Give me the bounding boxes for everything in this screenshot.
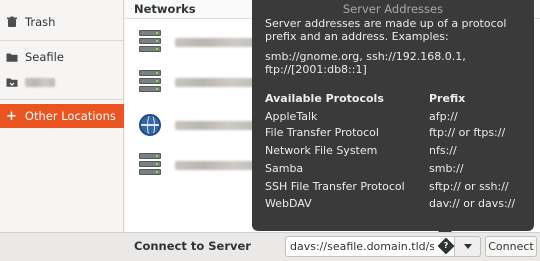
protocol-name: Network File System	[265, 144, 378, 157]
protocol-name: Samba	[265, 162, 304, 175]
protocol-prefix: dav:// or davs://	[429, 197, 516, 210]
protocol-prefix: smb://	[429, 162, 464, 175]
prefix-column-header: Prefix	[429, 92, 466, 105]
folder-icon	[6, 51, 18, 63]
plus-icon: +	[6, 108, 17, 124]
chevron-down-icon	[463, 244, 472, 249]
sidebar-item-label: Trash	[25, 15, 56, 29]
popover-title: Server Addresses	[342, 2, 444, 16]
globe-icon	[139, 114, 161, 136]
sidebar-item-seafile[interactable]: Seafile	[0, 44, 124, 70]
sidebar: Trash Seafile + Other Locations	[0, 0, 124, 232]
clear-icon[interactable]: ?	[437, 237, 455, 255]
server-icon	[139, 70, 161, 94]
server-icon	[139, 153, 161, 177]
connect-to-server-label: Connect to Server	[134, 239, 251, 253]
network-name-redacted	[175, 77, 260, 87]
sidebar-item-label: Seafile	[25, 50, 64, 64]
trash-icon	[6, 16, 18, 28]
sidebar-separator	[0, 40, 124, 41]
sidebar-item-trash[interactable]: Trash	[0, 9, 124, 35]
protocol-prefix: nfs://	[429, 144, 457, 157]
connect-bar: Connect to Server ? Connect	[0, 232, 540, 261]
protocol-prefix: afp://	[429, 110, 458, 123]
protocol-name: AppleTalk	[265, 110, 318, 123]
server-icon	[139, 30, 161, 54]
recent-servers-dropdown[interactable]	[455, 236, 481, 257]
popover-examples: smb://gnome.org, ssh://192.168.0.1, ftp:…	[265, 50, 466, 76]
network-name-redacted	[175, 160, 263, 170]
protocol-name: WebDAV	[265, 197, 312, 210]
protocol-prefix: ftp:// or ftps://	[429, 126, 506, 139]
sidebar-item-other-locations[interactable]: + Other Locations	[0, 104, 124, 128]
protocol-prefix: sftp:// or ssh://	[429, 180, 509, 193]
server-address-input[interactable]	[285, 236, 455, 257]
sidebar-item-label-redacted	[25, 77, 55, 87]
network-name-redacted	[175, 120, 255, 130]
popover-description: Server addresses are made up of a protoc…	[265, 17, 507, 43]
drive-icon	[6, 76, 18, 88]
sidebar-item-drive[interactable]	[0, 69, 124, 95]
sidebar-item-label: Other Locations	[24, 109, 116, 123]
protocol-name: File Transfer Protocol	[265, 126, 379, 139]
sidebar-separator	[0, 99, 124, 100]
protocols-column-header: Available Protocols	[265, 92, 384, 105]
connect-button[interactable]: Connect	[485, 236, 537, 257]
server-addresses-popover: Server Addresses Server addresses are ma…	[252, 0, 534, 238]
protocol-name: SSH File Transfer Protocol	[265, 180, 405, 193]
